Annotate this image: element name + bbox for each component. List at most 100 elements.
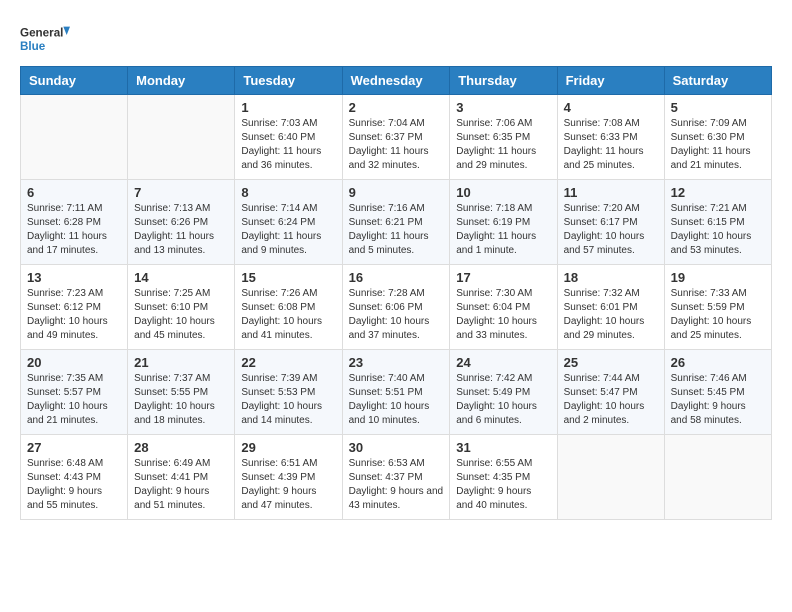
day-info: Sunrise: 7:18 AM Sunset: 6:19 PM Dayligh… <box>456 202 550 258</box>
day-info: Sunrise: 6:48 AM Sunset: 4:43 PM Dayligh… <box>27 457 121 513</box>
calendar-cell: 14 Sunrise: 7:25 AM Sunset: 6:10 PM Dayli… <box>128 265 235 350</box>
day-info: Sunrise: 7:14 AM Sunset: 6:24 PM Dayligh… <box>241 202 335 258</box>
day-number: 8 <box>241 185 335 200</box>
weekday-header-saturday: Saturday <box>664 67 771 95</box>
calendar-cell <box>557 435 664 520</box>
calendar-cell: 25Sunrise: 7:44 AM Sunset: 5:47 PM Dayli… <box>557 350 664 435</box>
calendar-cell: 18Sunrise: 7:32 AM Sunset: 6:01 PM Dayli… <box>557 265 664 350</box>
day-number: 17 <box>456 270 550 285</box>
day-info: Sunrise: 7:37 AM Sunset: 5:55 PM Dayligh… <box>134 372 228 428</box>
day-number: 26 <box>671 355 765 370</box>
logo: General Blue <box>20 20 70 60</box>
day-info: Sunrise: 7:44 AM Sunset: 5:47 PM Dayligh… <box>564 372 658 428</box>
day-info: Sunrise: 7:16 AM Sunset: 6:21 PM Dayligh… <box>349 202 444 258</box>
calendar-cell <box>664 435 771 520</box>
calendar-cell: 22 Sunrise: 7:39 AM Sunset: 5:53 PM Dayli… <box>235 350 342 435</box>
day-info: Sunrise: 6:51 AM Sunset: 4:39 PM Dayligh… <box>241 457 335 513</box>
calendar-cell: 5Sunrise: 7:09 AM Sunset: 6:30 PM Daylig… <box>664 95 771 180</box>
calendar-cell: 16Sunrise: 7:28 AM Sunset: 6:06 PM Dayli… <box>342 265 450 350</box>
week-row-1: 1 Sunrise: 7:03 AM Sunset: 6:40 PM Daylig… <box>21 95 772 180</box>
calendar-cell: 3 Sunrise: 7:06 AM Sunset: 6:35 PM Daylig… <box>450 95 557 180</box>
day-info: Sunrise: 7:23 AM Sunset: 6:12 PM Dayligh… <box>27 287 121 343</box>
day-info: Sunrise: 7:39 AM Sunset: 5:53 PM Dayligh… <box>241 372 335 428</box>
calendar-table: SundayMondayTuesdayWednesdayThursdayFrid… <box>20 66 772 520</box>
calendar-cell: 20 Sunrise: 7:35 AM Sunset: 5:57 PM Dayli… <box>21 350 128 435</box>
day-info: Sunrise: 7:25 AM Sunset: 6:10 PM Dayligh… <box>134 287 228 343</box>
day-number: 3 <box>456 100 550 115</box>
day-number: 29 <box>241 440 335 455</box>
day-info: Sunrise: 7:20 AM Sunset: 6:17 PM Dayligh… <box>564 202 658 258</box>
calendar-cell: 10Sunrise: 7:18 AM Sunset: 6:19 PM Dayli… <box>450 180 557 265</box>
day-number: 18 <box>564 270 658 285</box>
weekday-header-tuesday: Tuesday <box>235 67 342 95</box>
calendar-cell: 29 Sunrise: 6:51 AM Sunset: 4:39 PM Dayli… <box>235 435 342 520</box>
day-number: 30 <box>349 440 444 455</box>
day-number: 13 <box>27 270 121 285</box>
day-number: 9 <box>349 185 444 200</box>
day-info: Sunrise: 7:35 AM Sunset: 5:57 PM Dayligh… <box>27 372 121 428</box>
calendar-cell: 8 Sunrise: 7:14 AM Sunset: 6:24 PM Daylig… <box>235 180 342 265</box>
day-number: 28 <box>134 440 228 455</box>
day-info: Sunrise: 7:21 AM Sunset: 6:15 PM Dayligh… <box>671 202 765 258</box>
weekday-header-row: SundayMondayTuesdayWednesdayThursdayFrid… <box>21 67 772 95</box>
calendar-cell: 9 Sunrise: 7:16 AM Sunset: 6:21 PM Daylig… <box>342 180 450 265</box>
weekday-header-monday: Monday <box>128 67 235 95</box>
page-header: General Blue <box>20 20 772 60</box>
day-number: 2 <box>349 100 444 115</box>
day-number: 14 <box>134 270 228 285</box>
day-number: 31 <box>456 440 550 455</box>
weekday-header-wednesday: Wednesday <box>342 67 450 95</box>
day-number: 1 <box>241 100 335 115</box>
day-number: 4 <box>564 100 658 115</box>
svg-text:General: General <box>20 27 63 40</box>
week-row-3: 13 Sunrise: 7:23 AM Sunset: 6:12 PM Dayli… <box>21 265 772 350</box>
day-number: 21 <box>134 355 228 370</box>
calendar-cell: 17 Sunrise: 7:30 AM Sunset: 6:04 PM Dayli… <box>450 265 557 350</box>
weekday-header-sunday: Sunday <box>21 67 128 95</box>
day-info: Sunrise: 7:08 AM Sunset: 6:33 PM Dayligh… <box>564 117 658 173</box>
calendar-cell: 31 Sunrise: 6:55 AM Sunset: 4:35 PM Dayli… <box>450 435 557 520</box>
day-info: Sunrise: 7:46 AM Sunset: 5:45 PM Dayligh… <box>671 372 765 428</box>
day-number: 5 <box>671 100 765 115</box>
day-number: 22 <box>241 355 335 370</box>
day-info: Sunrise: 6:55 AM Sunset: 4:35 PM Dayligh… <box>456 457 550 513</box>
day-number: 27 <box>27 440 121 455</box>
day-info: Sunrise: 7:06 AM Sunset: 6:35 PM Dayligh… <box>456 117 550 173</box>
day-number: 6 <box>27 185 121 200</box>
calendar-cell: 12 Sunrise: 7:21 AM Sunset: 6:15 PM Dayli… <box>664 180 771 265</box>
weekday-header-thursday: Thursday <box>450 67 557 95</box>
calendar-cell: 27 Sunrise: 6:48 AM Sunset: 4:43 PM Dayli… <box>21 435 128 520</box>
day-number: 20 <box>27 355 121 370</box>
calendar-cell: 15Sunrise: 7:26 AM Sunset: 6:08 PM Dayli… <box>235 265 342 350</box>
calendar-cell: 23Sunrise: 7:40 AM Sunset: 5:51 PM Dayli… <box>342 350 450 435</box>
calendar-cell: 13 Sunrise: 7:23 AM Sunset: 6:12 PM Dayli… <box>21 265 128 350</box>
svg-text:Blue: Blue <box>20 40 46 53</box>
day-number: 24 <box>456 355 550 370</box>
week-row-4: 20 Sunrise: 7:35 AM Sunset: 5:57 PM Dayli… <box>21 350 772 435</box>
day-number: 12 <box>671 185 765 200</box>
calendar-cell: 4 Sunrise: 7:08 AM Sunset: 6:33 PM Daylig… <box>557 95 664 180</box>
calendar-cell: 28 Sunrise: 6:49 AM Sunset: 4:41 PM Dayli… <box>128 435 235 520</box>
day-info: Sunrise: 7:13 AM Sunset: 6:26 PM Dayligh… <box>134 202 228 258</box>
day-info: Sunrise: 6:53 AM Sunset: 4:37 PM Dayligh… <box>349 457 444 513</box>
day-number: 15 <box>241 270 335 285</box>
logo-svg: General Blue <box>20 20 70 60</box>
calendar-cell: 19 Sunrise: 7:33 AM Sunset: 5:59 PM Dayli… <box>664 265 771 350</box>
calendar-cell: 7 Sunrise: 7:13 AM Sunset: 6:26 PM Daylig… <box>128 180 235 265</box>
calendar-cell: 24Sunrise: 7:42 AM Sunset: 5:49 PM Dayli… <box>450 350 557 435</box>
day-info: Sunrise: 6:49 AM Sunset: 4:41 PM Dayligh… <box>134 457 228 513</box>
week-row-2: 6 Sunrise: 7:11 AM Sunset: 6:28 PM Daylig… <box>21 180 772 265</box>
calendar-cell <box>21 95 128 180</box>
calendar-cell <box>128 95 235 180</box>
calendar-cell: 11Sunrise: 7:20 AM Sunset: 6:17 PM Dayli… <box>557 180 664 265</box>
day-info: Sunrise: 7:03 AM Sunset: 6:40 PM Dayligh… <box>241 117 335 173</box>
calendar-cell: 2 Sunrise: 7:04 AM Sunset: 6:37 PM Daylig… <box>342 95 450 180</box>
day-info: Sunrise: 7:11 AM Sunset: 6:28 PM Dayligh… <box>27 202 121 258</box>
calendar-cell: 1 Sunrise: 7:03 AM Sunset: 6:40 PM Daylig… <box>235 95 342 180</box>
day-info: Sunrise: 7:30 AM Sunset: 6:04 PM Dayligh… <box>456 287 550 343</box>
week-row-5: 27 Sunrise: 6:48 AM Sunset: 4:43 PM Dayli… <box>21 435 772 520</box>
day-number: 7 <box>134 185 228 200</box>
day-number: 19 <box>671 270 765 285</box>
day-info: Sunrise: 7:33 AM Sunset: 5:59 PM Dayligh… <box>671 287 765 343</box>
day-info: Sunrise: 7:04 AM Sunset: 6:37 PM Dayligh… <box>349 117 444 173</box>
